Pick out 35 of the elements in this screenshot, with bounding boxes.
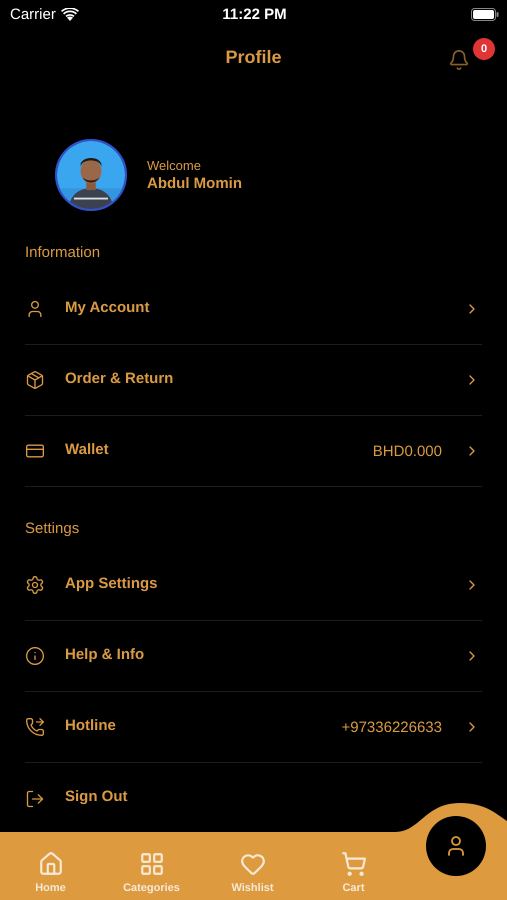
cart-icon bbox=[340, 851, 366, 877]
menu-label: My Account bbox=[65, 298, 150, 316]
logout-icon bbox=[25, 788, 45, 808]
menu-row[interactable]: Order & Return bbox=[25, 345, 482, 416]
menu-row[interactable]: Hotline +97336226633 bbox=[25, 692, 482, 763]
battery-icon bbox=[471, 8, 499, 20]
menu-row[interactable]: Sign Out bbox=[25, 763, 482, 834]
settings-icon bbox=[25, 575, 45, 595]
box-icon bbox=[25, 370, 45, 390]
menu-label: Wallet bbox=[65, 440, 110, 458]
menu-row[interactable]: App Settings bbox=[25, 550, 482, 621]
menu-row[interactable]: My Account bbox=[25, 274, 482, 345]
menu-row[interactable]: Help & Info bbox=[25, 621, 482, 692]
menu-label: Sign Out bbox=[65, 788, 128, 805]
menu-label: App Settings bbox=[65, 574, 158, 592]
info-icon bbox=[25, 646, 45, 666]
menu-label: Help & Info bbox=[65, 646, 146, 662]
page-title: Profile bbox=[225, 46, 282, 68]
carrier-label: Carrier bbox=[10, 6, 56, 22]
menu-value: BHD0.000 bbox=[372, 442, 442, 460]
menu-label: Order & Return bbox=[65, 370, 174, 386]
menu-label: Hotline bbox=[65, 716, 117, 734]
grid-icon bbox=[138, 851, 164, 877]
phone-icon bbox=[25, 717, 45, 737]
menu-value: +97336226633 bbox=[341, 718, 442, 736]
section-title: Settings bbox=[24, 519, 80, 539]
welcome-label: Welcome bbox=[147, 158, 202, 173]
menu-row[interactable]: Wallet BHD0.000 bbox=[25, 416, 482, 487]
section-title: Information bbox=[24, 243, 102, 263]
home-icon bbox=[38, 851, 64, 877]
user-name: Abdul Momin bbox=[147, 175, 242, 192]
notification-count: 0 bbox=[473, 38, 495, 60]
status-time: 11:22 PM bbox=[222, 6, 287, 22]
heart-icon bbox=[240, 851, 266, 877]
wifi-icon bbox=[60, 8, 79, 20]
